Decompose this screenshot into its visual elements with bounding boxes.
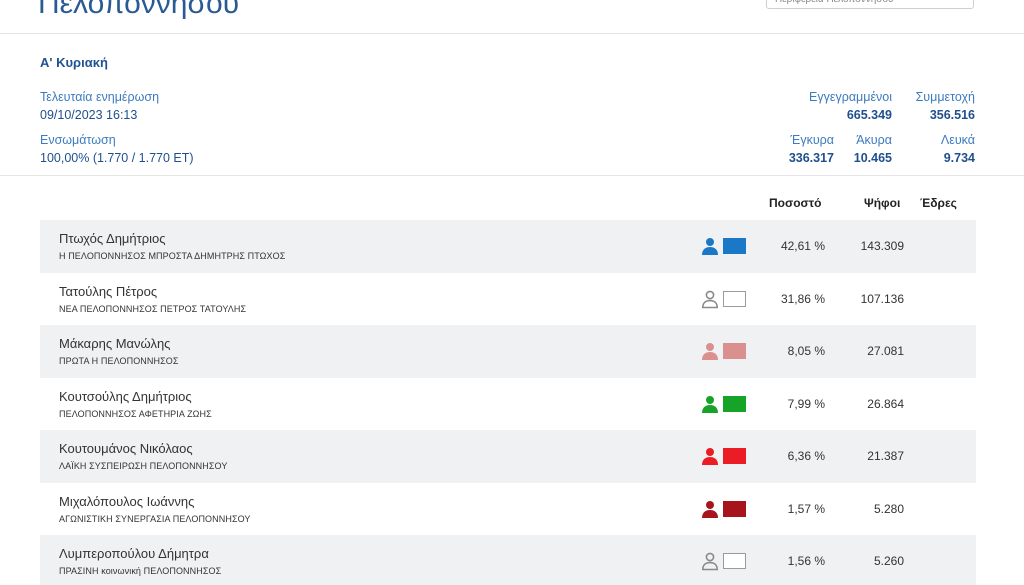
turnout: Συμμετοχή 356.516 [916,88,975,124]
blank-label: Λευκά [940,133,975,147]
party-name: ΛΑΪΚΗ ΣΥΣΠΕΙΡΩΣΗ ΠΕΛΟΠΟΝΝΗΣΟΥ [59,461,228,471]
percent-value: 42,61 % [780,239,825,253]
page: Πελοποννήσου Περιφέρεια Πελοποννήσου Α' … [0,0,1024,585]
results-header: Ποσοστό Ψήφοι Έδρες [0,196,1024,212]
blank: Λευκά 9.734 [941,131,975,167]
candidate-name: Πτωχός Δημήτριος [59,231,166,246]
votes-value: 27.081 [867,344,904,358]
integration-value: 100,00% (1.770 / 1.770 ΕΤ) [40,151,194,165]
person-icon [700,446,720,466]
valid-value: 336.317 [788,151,834,165]
seats-column-header[interactable]: Έδρες [920,196,957,210]
votes-column-header[interactable]: Ψήφοι [864,196,900,210]
percent-column-header[interactable]: Ποσοστό [769,196,821,210]
votes-value: 107.136 [860,291,904,306]
party-name: ΠΡΩΤΑ Η ΠΕΛΟΠΟΝΝΗΣΟΣ [59,356,179,366]
percent-value: 8,05 % [787,344,825,358]
valid-label: Έγκυρα [790,133,834,147]
integration: Ενσωμάτωση 100,00% (1.770 / 1.770 ΕΤ) [40,131,194,167]
party-name: ΠΡΑΣΙΝΗ κοινωνική ΠΕΛΟΠΟΝΝΗΣΟΣ [59,566,222,576]
person-outline-icon [700,289,720,309]
votes-value: 143.309 [860,239,904,253]
table-row[interactable]: Τατούλης Πέτρος ΝΕΑ ΠΕΛΟΠΟΝΝΗΣΟΣ ΠΕΤΡΟΣ Τ… [40,273,976,326]
region-select[interactable]: Περιφέρεια Πελοποννήσου [766,0,974,9]
candidate-name: Λυμπεροπούλου Δήμητρα [59,546,209,561]
votes-value: 5.280 [873,501,904,516]
party-name: ΝΕΑ ΠΕΛΟΠΟΝΝΗΣΟΣ ΠΕΤΡΟΣ ΤΑΤΟΥΛΗΣ [59,303,247,314]
percent-value: 6,36 % [787,449,825,463]
percent-value: 1,56 % [787,554,825,568]
turnout-value: 356.516 [929,108,975,122]
person-icon [700,236,720,256]
round-tab[interactable]: Α' Κυριακή [40,55,108,70]
table-row[interactable]: Λυμπεροπούλου Δήμητρα ΠΡΑΣΙΝΗ κοινωνική Π… [40,535,976,585]
person-icon [700,341,720,361]
candidate-name: Μάκαρης Μανώλης [59,336,171,351]
page-title: Πελοποννήσου [38,0,240,20]
candidate-name: Κουτσούλης Δημήτριος [59,388,192,404]
table-row[interactable]: Πτωχός Δημήτριος Η ΠΕΛΟΠΟΝΝΗΣΟΣ ΜΠΡΟΣΤΑ Δ… [40,220,976,273]
top-header: Πελοποννήσου Περιφέρεια Πελοποννήσου [0,0,1024,34]
registered: Εγγεγραμμένοι 665.349 [809,88,892,124]
person-outline-icon [700,551,720,571]
registered-label: Εγγεγραμμένοι [809,90,892,104]
invalid-value: 10.465 [853,151,892,165]
blank-value: 9.734 [943,151,975,165]
candidate-name: Μιχαλόπουλος Ιωάννης [59,493,195,509]
table-row[interactable]: Κουτουμάνος Νικόλαος ΛΑΪΚΗ ΣΥΣΠΕΙΡΩΣΗ ΠΕΛ… [40,430,976,483]
integration-label: Ενσωμάτωση [40,133,116,147]
results-table: Πτωχός Δημήτριος Η ΠΕΛΟΠΟΝΝΗΣΟΣ ΜΠΡΟΣΤΑ Δ… [40,220,976,585]
candidate-name: Τατούλης Πέτρος [59,283,158,299]
last-update-label: Τελευταία ενημέρωση [40,90,160,104]
person-icon [700,499,720,519]
candidate-name: Κουτουμάνος Νικόλαος [59,441,193,456]
last-update: Τελευταία ενημέρωση 09/10/2023 16:13 [40,88,159,124]
valid: Έγκυρα 336.317 [789,131,834,167]
votes-value: 21.387 [867,449,904,463]
invalid-label: Άκυρα [856,133,892,147]
person-icon [700,394,720,414]
last-update-value: 09/10/2023 16:13 [40,108,138,122]
party-name: ΑΓΩΝΙΣΤΙΚΗ ΣΥΝΕΡΓΑΣΙΑ ΠΕΛΟΠΟΝΝΗΣΟΥ [59,513,251,524]
party-name: Η ΠΕΛΟΠΟΝΝΗΣΟΣ ΜΠΡΟΣΤΑ ΔΗΜΗΤΡΗΣ ΠΤΩΧΟΣ [59,251,286,261]
votes-value: 5.260 [873,554,904,568]
table-row[interactable]: Μιχαλόπουλος Ιωάννης ΑΓΩΝΙΣΤΙΚΗ ΣΥΝΕΡΓΑΣΙ… [40,483,976,536]
table-row[interactable]: Κουτσούλης Δημήτριος ΠΕΛΟΠΟΝΝΗΣΟΣ ΑΦΕΤΗΡΙ… [40,378,976,431]
table-row[interactable]: Μάκαρης Μανώλης ΠΡΩΤΑ Η ΠΕΛΟΠΟΝΝΗΣΟΣ 8,05 … [40,325,976,378]
percent-value: 7,99 % [787,396,825,411]
votes-value: 26.864 [867,396,904,411]
summary-section: Α' Κυριακή Τελευταία ενημέρωση 09/10/202… [0,34,1024,176]
invalid: Άκυρα 10.465 [854,131,892,167]
percent-value: 1,57 % [787,501,825,516]
percent-value: 31,86 % [780,291,825,306]
turnout-label: Συμμετοχή [915,90,975,104]
party-name: ΠΕΛΟΠΟΝΝΗΣΟΣ ΑΦΕΤΗΡΙΑ ΖΩΗΣ [59,408,212,419]
registered-value: 665.349 [846,108,892,122]
